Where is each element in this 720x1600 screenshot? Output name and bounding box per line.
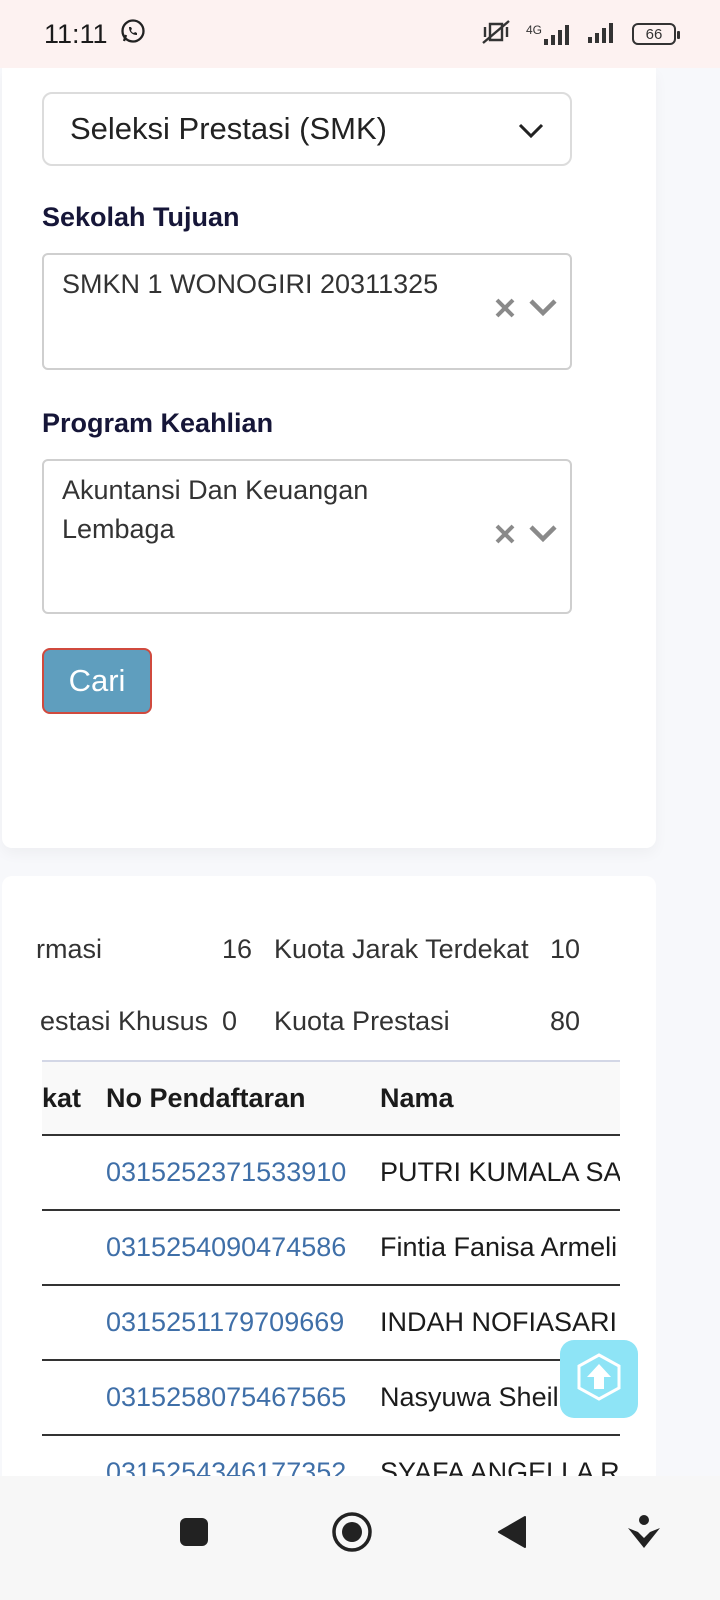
quota-value: 80 xyxy=(550,1006,581,1036)
chevron-down-icon[interactable] xyxy=(528,523,558,550)
table-row: 0315254346177352 SYAFA ANGELLA RC xyxy=(42,1436,620,1480)
program-keahlian-label: Program Keahlian xyxy=(42,408,274,438)
system-nav-bar xyxy=(0,1476,720,1600)
status-bar: 11:11 4G 66 xyxy=(0,0,720,68)
jalur-select-value: Seleksi Prestasi (SMK) xyxy=(70,111,387,146)
quota-row: rmasi 16 Kuota Jarak Terdekat 10 xyxy=(2,934,656,974)
battery-level: 66 xyxy=(645,25,663,43)
sekolah-tujuan-select[interactable]: SMKN 1 WONOGIRI 20311325 xyxy=(42,253,572,370)
quota-label: Kuota Jarak Terdekat xyxy=(274,934,529,964)
registration-number-link[interactable]: 0315251179709669 xyxy=(106,1286,344,1359)
battery-icon: 66 xyxy=(632,23,680,45)
quota-value: 16 xyxy=(222,934,253,964)
back-button[interactable] xyxy=(482,1504,542,1564)
accessibility-icon xyxy=(626,1514,662,1555)
student-name: Fintia Fanisa Armeli xyxy=(380,1232,618,1262)
table-header: kat No Pendaftaran Nama xyxy=(42,1060,620,1136)
quota-label: rmasi xyxy=(36,934,102,964)
clear-icon[interactable] xyxy=(494,523,516,550)
quota-label: Kuota Prestasi xyxy=(274,1006,450,1036)
registration-number-link[interactable]: 0315252371533910 xyxy=(106,1136,346,1209)
column-header: kat xyxy=(42,1082,82,1113)
registration-number-link[interactable]: 0315254346177352 xyxy=(106,1436,346,1480)
student-name: PUTRI KUMALA SA xyxy=(380,1157,620,1187)
results-table[interactable]: kat No Pendaftaran Nama 0315252371533910… xyxy=(42,1060,620,1480)
program-keahlian-value: Akuntansi Dan Keuangan Lembaga xyxy=(62,475,369,544)
whatsapp-icon xyxy=(120,18,146,51)
back-triangle-icon xyxy=(495,1514,529,1555)
chevron-down-icon xyxy=(518,111,544,147)
quota-value: 0 xyxy=(222,1006,238,1036)
table-row: 0315254090474586 Fintia Fanisa Armeli xyxy=(42,1211,620,1286)
mute-vibrate-icon xyxy=(480,19,512,50)
registration-number-link[interactable]: 0315258075467565 xyxy=(106,1361,346,1434)
results-card: rmasi 16 Kuota Jarak Terdekat 10 estasi … xyxy=(2,876,656,1516)
table-row: 0315251179709669 INDAH NOFIASARI xyxy=(42,1286,620,1361)
column-header: No Pendaftaran xyxy=(106,1082,306,1113)
program-keahlian-select[interactable]: Akuntansi Dan Keuangan Lembaga xyxy=(42,459,572,614)
search-button[interactable]: Cari xyxy=(42,648,152,714)
signal-icon xyxy=(588,21,618,48)
chevron-down-icon[interactable] xyxy=(528,297,558,324)
column-header: Nama xyxy=(380,1082,454,1113)
table-row: 0315258075467565 Nasyuwa Sheill xyxy=(42,1361,620,1436)
network-type-label: 4G xyxy=(525,23,542,37)
quota-row: estasi Khusus 0 Kuota Prestasi 80 xyxy=(2,1006,656,1046)
jalur-select[interactable]: Seleksi Prestasi (SMK) xyxy=(42,92,572,166)
home-circle-icon xyxy=(331,1511,373,1558)
sekolah-tujuan-label: Sekolah Tujuan xyxy=(42,202,240,232)
student-name: SYAFA ANGELLA RC xyxy=(380,1457,620,1480)
status-time: 11:11 xyxy=(44,18,108,49)
square-icon xyxy=(178,1516,210,1553)
table-row: 0315252371533910 PUTRI KUMALA SA xyxy=(42,1136,620,1211)
home-button[interactable] xyxy=(322,1504,382,1564)
sekolah-tujuan-value: SMKN 1 WONOGIRI 20311325 xyxy=(62,269,439,299)
registration-number-link[interactable]: 0315254090474586 xyxy=(106,1211,346,1284)
scroll-top-button[interactable] xyxy=(560,1340,638,1418)
clear-icon[interactable] xyxy=(494,297,516,324)
recent-apps-button[interactable] xyxy=(164,1504,224,1564)
quota-value: 10 xyxy=(550,934,581,964)
signal-4g-icon: 4G xyxy=(526,23,574,45)
quota-label: estasi Khusus xyxy=(40,1006,209,1036)
accessibility-button[interactable] xyxy=(614,1504,674,1564)
search-form-card: Seleksi Prestasi (SMK) Sekolah Tujuan SM… xyxy=(2,68,656,848)
arrow-up-icon xyxy=(573,1351,625,1408)
